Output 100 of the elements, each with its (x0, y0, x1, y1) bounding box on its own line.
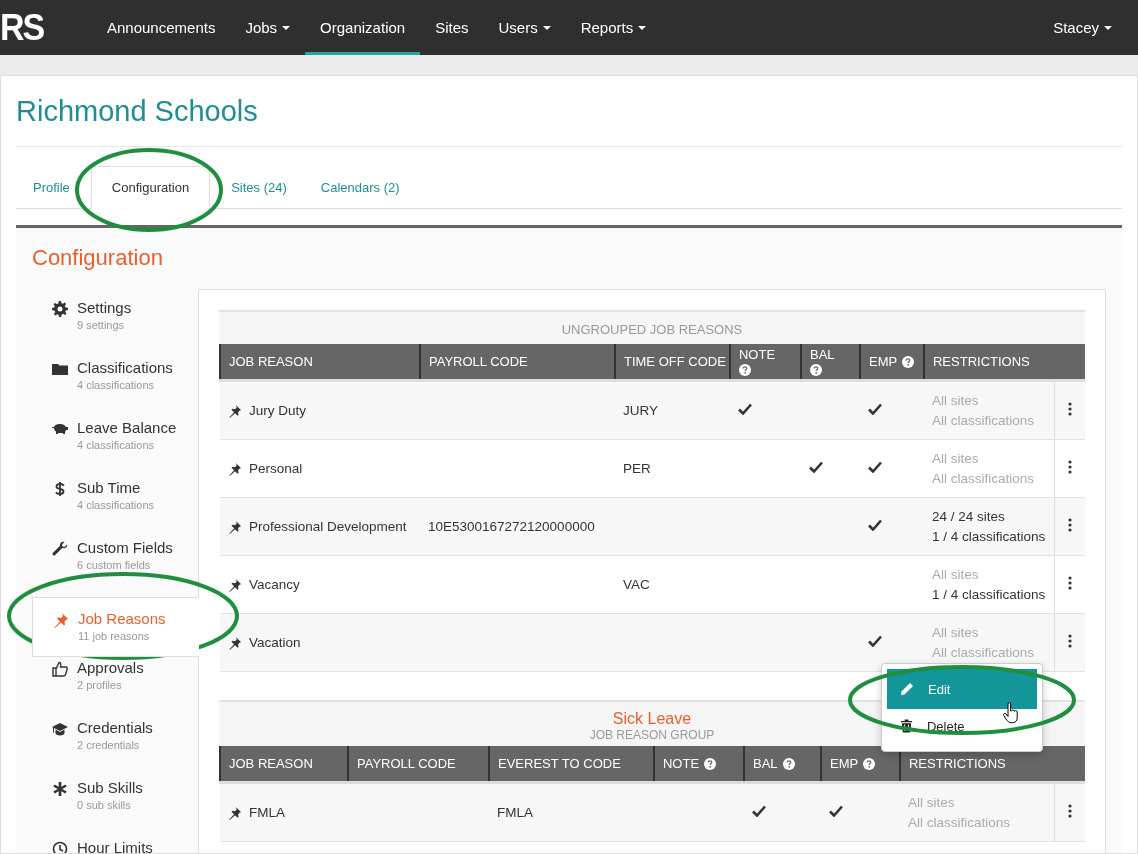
restriction-text: All sites (932, 623, 980, 642)
page-title: Richmond Schools (16, 76, 1122, 147)
sidebar-count: 4 classifications (77, 439, 156, 451)
restriction-text: 24 / 24 sites (932, 507, 1006, 526)
sidebar-item[interactable]: Approvals 2 profiles (32, 657, 198, 717)
column-header: BAL (801, 344, 860, 381)
sidebar-item[interactable]: Settings 9 settings (32, 297, 198, 357)
thumbs-up-icon (52, 661, 68, 677)
help-icon[interactable] (704, 757, 717, 770)
sidebar-item[interactable]: Sub Time 4 classifications (32, 477, 198, 537)
column-header: NOTE (654, 746, 744, 783)
pin-icon (53, 612, 69, 628)
job-reason-name: Vacancy (249, 577, 300, 592)
checkmark-icon (829, 805, 843, 817)
sidebar-count: 2 credentials (77, 739, 141, 751)
sidebar-item[interactable]: Sub Skills 0 sub skills (32, 777, 198, 837)
pin-icon (228, 461, 242, 476)
more-options-icon[interactable] (1068, 576, 1073, 590)
help-icon[interactable] (782, 757, 795, 770)
time-off-code: FMLA (497, 805, 533, 820)
sidebar-label: Sub Time (77, 479, 142, 496)
sidebar-count: 4 classifications (77, 499, 155, 511)
job-reason-name: Personal (249, 461, 303, 476)
checkmark-icon (868, 461, 882, 473)
nav-link[interactable]: Users (483, 0, 566, 55)
pin-icon (228, 519, 242, 534)
restriction-text: All sites (932, 449, 980, 468)
caret-icon (542, 25, 551, 30)
help-icon[interactable] (810, 364, 822, 376)
restriction-text: All sites (932, 391, 980, 410)
checkmark-icon (752, 805, 766, 817)
column-header: RESTRICTIONS (924, 344, 1085, 381)
restriction-text: 1 / 4 classifications (932, 585, 1047, 604)
time-off-code: JURY (623, 403, 658, 418)
hand-cursor-icon (1003, 702, 1019, 724)
restriction-text: All sites (908, 793, 956, 812)
column-header: EMP (821, 746, 900, 783)
gear-icon (52, 301, 68, 317)
menu-item[interactable]: Delete (887, 709, 1037, 743)
tab[interactable]: Profile (16, 166, 87, 209)
sidebar-item[interactable]: Leave Balance 4 classifications (32, 417, 198, 477)
logo[interactable]: RS (0, 0, 92, 58)
caret-icon (282, 25, 291, 30)
payroll-code: 10E5300167272120000000 (428, 519, 595, 534)
caret-icon (1104, 25, 1112, 30)
help-icon[interactable] (863, 757, 876, 770)
nav-link[interactable]: Announcements (92, 0, 231, 55)
column-header: EVEREST TO CODE (489, 746, 654, 783)
help-icon[interactable] (739, 364, 751, 376)
tab[interactable]: Configuration (90, 166, 211, 209)
time-off-code: PER (623, 461, 651, 476)
user-menu[interactable]: Stacey (1038, 0, 1138, 55)
sidebar-item[interactable]: Classifications 4 classifications (32, 357, 198, 417)
sidebar-item[interactable]: Job Reasons 11 job reasons (32, 597, 199, 657)
group-title: Sick Leave (612, 710, 692, 728)
nav-link[interactable]: Jobs (230, 0, 306, 55)
more-options-icon[interactable] (1068, 634, 1073, 648)
menu-item[interactable]: Edit (887, 669, 1037, 709)
more-options-icon[interactable] (1068, 804, 1073, 818)
sidebar-item[interactable]: Credentials 2 credentials (32, 717, 198, 777)
nav-link[interactable]: Sites (420, 0, 484, 55)
checkmark-icon (868, 635, 882, 647)
sidebar-label: Hour Limits (77, 839, 153, 853)
column-header: PAYROLL CODE (420, 344, 615, 381)
tab[interactable]: Calendars (2) (303, 166, 417, 209)
sidebar-item[interactable]: Custom Fields 6 custom fields (32, 537, 198, 597)
nav-link[interactable]: Organization (305, 0, 421, 55)
caret-icon (638, 25, 647, 30)
sidebar-label: Credentials (77, 719, 153, 736)
trash-icon (900, 719, 913, 733)
clock-icon (52, 841, 68, 853)
pin-icon (228, 403, 242, 418)
more-options-icon[interactable] (1068, 402, 1073, 416)
sidebar-item[interactable]: Hour Limits (32, 837, 198, 853)
help-icon[interactable] (902, 355, 915, 368)
sidebar-label: Sub Skills (77, 779, 143, 796)
column-header: JOB REASON (220, 344, 420, 381)
pin-icon (228, 577, 242, 592)
restriction-text: All classifications (908, 813, 1012, 832)
restriction-text: All sites (932, 565, 980, 584)
sidebar-label: Leave Balance (77, 419, 177, 436)
pin-icon (228, 635, 242, 650)
column-header: NOTE (730, 344, 801, 381)
pin-icon (228, 805, 242, 820)
sidebar-count: 11 job reasons (78, 630, 151, 642)
checkmark-icon (868, 403, 882, 415)
job-reason-name: Vacation (249, 635, 301, 650)
group-title: UNGROUPED JOB REASONS (561, 321, 743, 339)
more-options-icon[interactable] (1068, 518, 1073, 532)
nav-link[interactable]: Reports (565, 0, 662, 55)
column-header: PAYROLL CODE (348, 746, 489, 783)
restriction-text: All classifications (932, 411, 1036, 430)
asterisk-icon (52, 781, 68, 797)
tab[interactable]: Sites (24) (214, 166, 304, 209)
sidebar-label: Settings (77, 299, 132, 316)
restriction-text: All classifications (932, 643, 1036, 662)
pencil-icon (900, 682, 914, 696)
sidebar-count: 4 classifications (77, 379, 156, 391)
sidebar-label: Job Reasons (78, 610, 166, 627)
more-options-icon[interactable] (1068, 460, 1073, 474)
